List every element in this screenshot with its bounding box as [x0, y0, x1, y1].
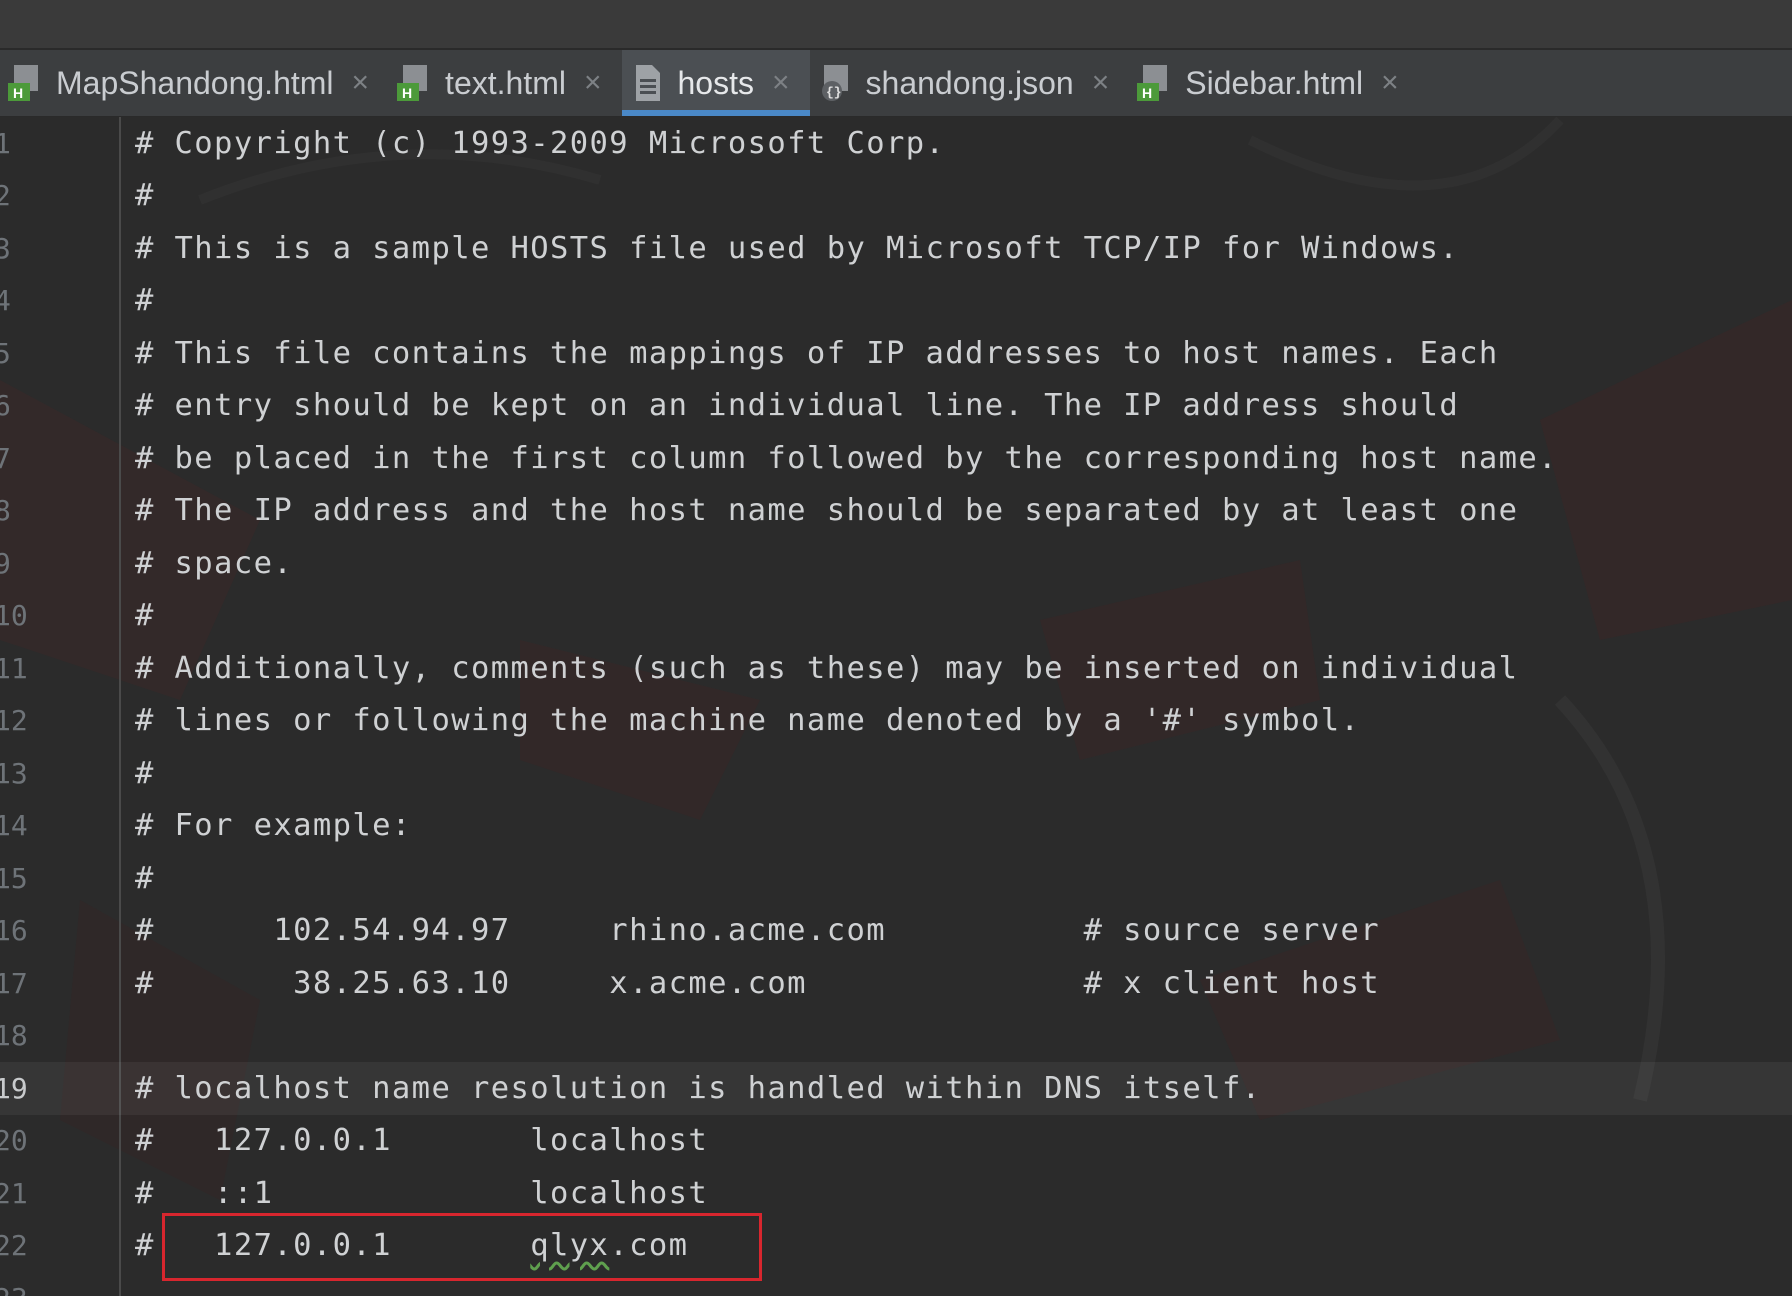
code-line[interactable]: 15 # — [0, 852, 1792, 905]
line-number: 3 — [0, 231, 11, 265]
code-text: # — [135, 178, 155, 214]
close-icon[interactable]: × — [352, 68, 370, 98]
code-line[interactable]: 3 # This is a sample HOSTS file used by M… — [0, 222, 1792, 275]
code-line[interactable]: 20 # 127.0.0.1 localhost — [0, 1115, 1792, 1168]
line-number: 14 — [0, 809, 28, 843]
code-text: # lines or following the machine name de… — [135, 703, 1361, 739]
tab-label: hosts — [677, 64, 754, 101]
close-icon[interactable]: × — [1092, 68, 1110, 98]
line-number: 21 — [0, 1176, 28, 1210]
code-text: # 102.54.94.97 rhino.acme.com # source s… — [135, 913, 1381, 949]
code-text: # — [135, 598, 155, 634]
code-line[interactable]: 19 # localhost name resolution is handled… — [0, 1062, 1792, 1115]
line-number: 7 — [0, 441, 11, 475]
line-number: 2 — [0, 179, 11, 213]
code-line[interactable]: 2 # — [0, 170, 1792, 223]
code-line[interactable]: 16 # 102.54.94.97 rhino.acme.com # source… — [0, 905, 1792, 958]
tab-mapshandong-html[interactable]: H MapShandong.html × — [0, 50, 389, 116]
line-number: 20 — [0, 1124, 28, 1158]
code-text: # This is a sample HOSTS file used by Mi… — [135, 230, 1460, 266]
svg-text:{}: {} — [826, 85, 842, 100]
code-text: # 127.0.0.1 localhost — [135, 1123, 709, 1159]
code-editor[interactable]: 1 # Copyright (c) 1993-2009 Microsoft Cor… — [0, 117, 1792, 1296]
html-file-icon: H — [8, 65, 38, 101]
line-number: 17 — [0, 966, 28, 1000]
code-text: # — [135, 755, 155, 791]
code-text: # Copyright (c) 1993-2009 Microsoft Corp… — [135, 125, 946, 161]
tab-label: Sidebar.html — [1185, 64, 1364, 101]
tab-label: MapShandong.html — [56, 64, 334, 101]
window-title-strip — [0, 0, 1792, 50]
html-file-icon: H — [397, 65, 428, 101]
svg-text:H: H — [13, 85, 23, 101]
code-line[interactable]: 14 # For example: — [0, 800, 1792, 853]
code-text: # — [135, 860, 155, 896]
code-text: # space. — [135, 545, 294, 581]
editor-tab-bar: H MapShandong.html × H text.html × hosts… — [0, 50, 1792, 117]
line-number: 11 — [0, 651, 28, 685]
code-line[interactable]: 21 # ::1 localhost — [0, 1167, 1792, 1220]
close-icon[interactable]: × — [1381, 68, 1399, 98]
code-text: # 38.25.63.10 x.acme.com # x client host — [135, 965, 1381, 1001]
line-number: 1 — [0, 126, 11, 160]
annotation-highlight-box — [162, 1213, 762, 1281]
code-text: # localhost name resolution is handled w… — [135, 1070, 1262, 1106]
line-number: 13 — [0, 756, 28, 790]
tab-label: shandong.json — [865, 64, 1074, 101]
code-line[interactable]: 1 # Copyright (c) 1993-2009 Microsoft Cor… — [0, 117, 1792, 170]
tab-label: text.html — [445, 64, 566, 101]
code-line[interactable]: 10 # — [0, 590, 1792, 643]
code-line[interactable]: 5 # This file contains the mappings of IP… — [0, 327, 1792, 380]
line-number: 22 — [0, 1229, 28, 1263]
close-icon[interactable]: × — [584, 68, 602, 98]
line-number: 15 — [0, 861, 28, 895]
line-number: 12 — [0, 704, 28, 738]
code-line[interactable]: 4 # — [0, 275, 1792, 328]
code-line[interactable]: 7 # be placed in the first column followe… — [0, 432, 1792, 485]
code-line[interactable]: 17 # 38.25.63.10 x.acme.com # x client ho… — [0, 957, 1792, 1010]
code-text: # The IP address and the host name shoul… — [135, 493, 1519, 529]
line-number: 9 — [0, 546, 11, 580]
code-line[interactable]: 11 # Additionally, comments (such as thes… — [0, 642, 1792, 695]
code-text: # entry should be kept on an individual … — [135, 388, 1460, 424]
code-text: # For example: — [135, 808, 412, 844]
code-line[interactable]: 9 # space. — [0, 537, 1792, 590]
code-line[interactable]: 13 # — [0, 747, 1792, 800]
tab-text-html[interactable]: H text.html × — [389, 50, 621, 116]
tab-shandong-json[interactable]: {} shandong.json × — [810, 50, 1130, 116]
code-text: # be placed in the first column followed… — [135, 440, 1558, 476]
code-line[interactable]: 18 — [0, 1010, 1792, 1063]
code-text: # Additionally, comments (such as these)… — [135, 650, 1519, 686]
line-number: 5 — [0, 336, 11, 370]
html-file-icon: H — [1137, 65, 1168, 101]
line-number: 19 — [0, 1071, 28, 1105]
json-file-icon: {} — [821, 65, 848, 101]
tab-sidebar-html[interactable]: H Sidebar.html × — [1129, 50, 1418, 116]
line-number: 18 — [0, 1019, 28, 1053]
code-line[interactable]: 8 # The IP address and the host name shou… — [0, 485, 1792, 538]
tab-hosts[interactable]: hosts × — [621, 50, 810, 116]
line-number: 6 — [0, 389, 11, 423]
code-text: # — [135, 283, 155, 319]
line-number: 10 — [0, 599, 28, 633]
svg-text:H: H — [1142, 85, 1152, 101]
code-text: # This file contains the mappings of IP … — [135, 335, 1499, 371]
svg-text:H: H — [402, 85, 412, 101]
code-text: # ::1 localhost — [135, 1175, 709, 1211]
line-number: 4 — [0, 284, 11, 318]
code-line[interactable]: 6 # entry should be kept on an individual… — [0, 380, 1792, 433]
code-line[interactable]: 12 # lines or following the machine name … — [0, 695, 1792, 748]
line-number: 16 — [0, 914, 28, 948]
text-file-icon — [635, 65, 660, 101]
line-number: 8 — [0, 494, 11, 528]
close-icon[interactable]: × — [772, 68, 790, 98]
line-number: 23 — [0, 1282, 34, 1296]
